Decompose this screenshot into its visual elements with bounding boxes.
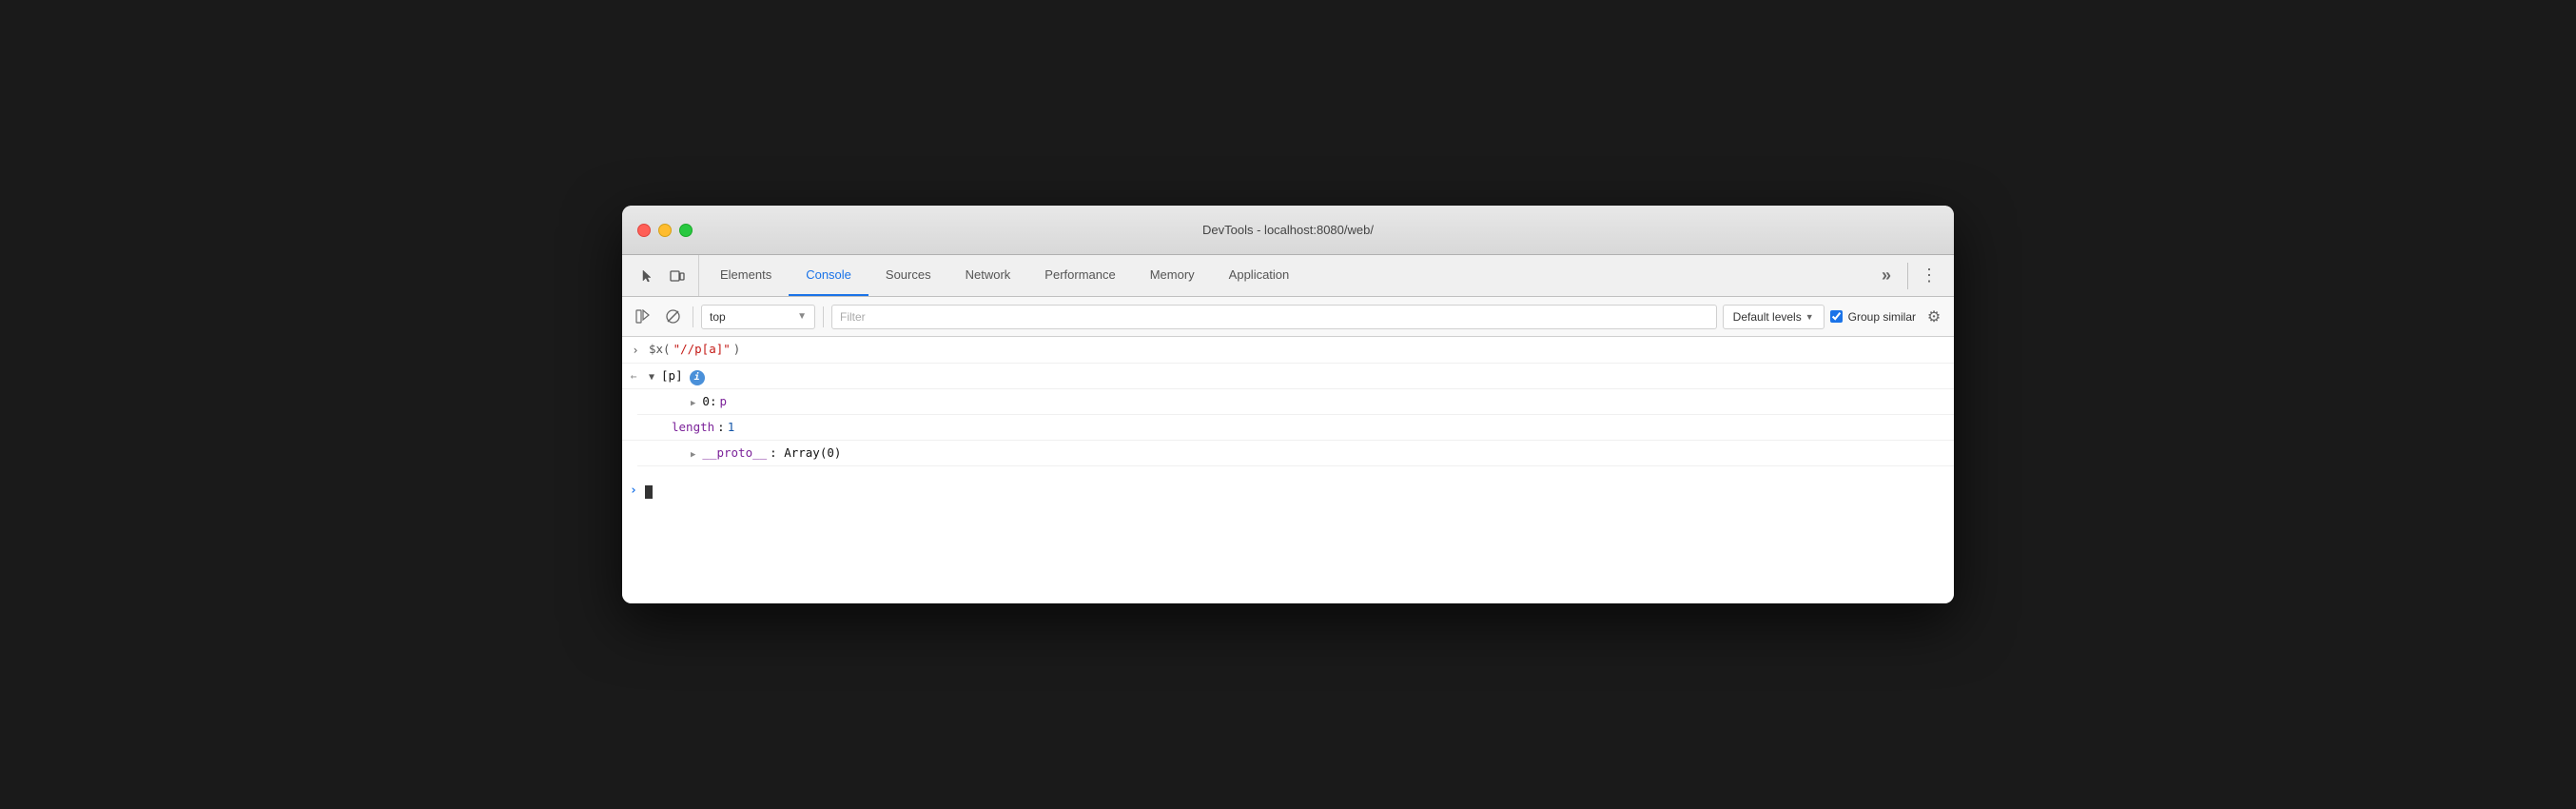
tabbar: Elements Console Sources Network Perform… <box>622 255 1954 297</box>
separator <box>1907 263 1908 289</box>
context-selector[interactable]: top ▼ <box>701 305 815 329</box>
proto-expand-icon[interactable]: ▶ <box>691 448 695 462</box>
preserve-log-button[interactable] <box>630 305 654 329</box>
output-content-1: ▼ [p] i <box>649 366 1946 385</box>
child-content-3: ▶ __proto__ : Array(0) <box>691 444 1946 463</box>
tab-console[interactable]: Console <box>789 255 868 296</box>
traffic-lights <box>637 224 693 237</box>
console-input-line-1: › $x("//p[a]") <box>622 337 1954 364</box>
log-levels-button[interactable]: Default levels ▼ <box>1723 305 1825 329</box>
console-active-input[interactable]: › <box>622 478 1954 505</box>
group-similar-label: Group similar <box>1848 310 1916 324</box>
toolbar-separator-2 <box>823 306 824 327</box>
tab-performance[interactable]: Performance <box>1027 255 1132 296</box>
cursor <box>645 485 653 499</box>
group-similar-checkbox[interactable] <box>1830 310 1843 323</box>
minimize-button[interactable] <box>658 224 672 237</box>
active-prompt: › <box>630 482 637 502</box>
devtools-window: DevTools - localhost:8080/web/ Elements … <box>622 206 1954 603</box>
tab-sources[interactable]: Sources <box>868 255 948 296</box>
titlebar: DevTools - localhost:8080/web/ <box>622 206 1954 255</box>
filter-input[interactable] <box>831 305 1717 329</box>
window-title: DevTools - localhost:8080/web/ <box>1202 223 1374 237</box>
tab-elements[interactable]: Elements <box>703 255 789 296</box>
info-badge: i <box>690 370 705 385</box>
clear-console-button[interactable] <box>660 305 685 329</box>
console-child-line-3: ▶ __proto__ : Array(0) <box>637 441 1954 466</box>
more-tabs-button[interactable]: » <box>1873 263 1900 289</box>
tab-memory[interactable]: Memory <box>1133 255 1212 296</box>
maximize-button[interactable] <box>679 224 693 237</box>
devtools-menu-button[interactable]: ⋮ <box>1916 263 1942 289</box>
child-content-1: ▶ 0: p <box>691 392 1946 411</box>
settings-gear-icon[interactable]: ⚙ <box>1922 305 1946 329</box>
back-gutter: ← <box>622 366 649 385</box>
console-content: › $x("//p[a]") ← ▼ [p] i ▶ 0: p <box>622 337 1954 603</box>
tab-application[interactable]: Application <box>1212 255 1307 296</box>
close-button[interactable] <box>637 224 651 237</box>
child-gutter-1 <box>664 392 691 394</box>
tabbar-right: » ⋮ <box>1873 255 1954 296</box>
back-arrow-icon: ← <box>631 368 637 385</box>
device-toggle-icon[interactable] <box>664 263 691 289</box>
cursor-icon[interactable] <box>634 263 660 289</box>
console-child-line-2: length : 1 <box>622 415 1954 441</box>
input-content-1: $x("//p[a]") <box>649 340 1946 359</box>
child-expand-icon[interactable]: ▶ <box>691 397 695 410</box>
console-child-line-1: ▶ 0: p <box>637 389 1954 415</box>
group-similar-control: Group similar <box>1830 310 1916 324</box>
child-gutter-3 <box>664 444 691 445</box>
console-toolbar: top ▼ Default levels ▼ Group similar ⚙ <box>622 297 1954 337</box>
devtools-icons <box>626 255 699 296</box>
expand-chevron-icon[interactable]: ▼ <box>649 370 654 385</box>
console-gap <box>622 466 1954 478</box>
child-content-2: length : 1 <box>672 418 1946 437</box>
console-output-line-1: ← ▼ [p] i <box>622 364 1954 389</box>
prompt-gutter-1: › <box>622 340 649 360</box>
context-arrow-icon: ▼ <box>797 311 807 322</box>
tab-network[interactable]: Network <box>948 255 1028 296</box>
levels-arrow-icon: ▼ <box>1805 312 1814 322</box>
